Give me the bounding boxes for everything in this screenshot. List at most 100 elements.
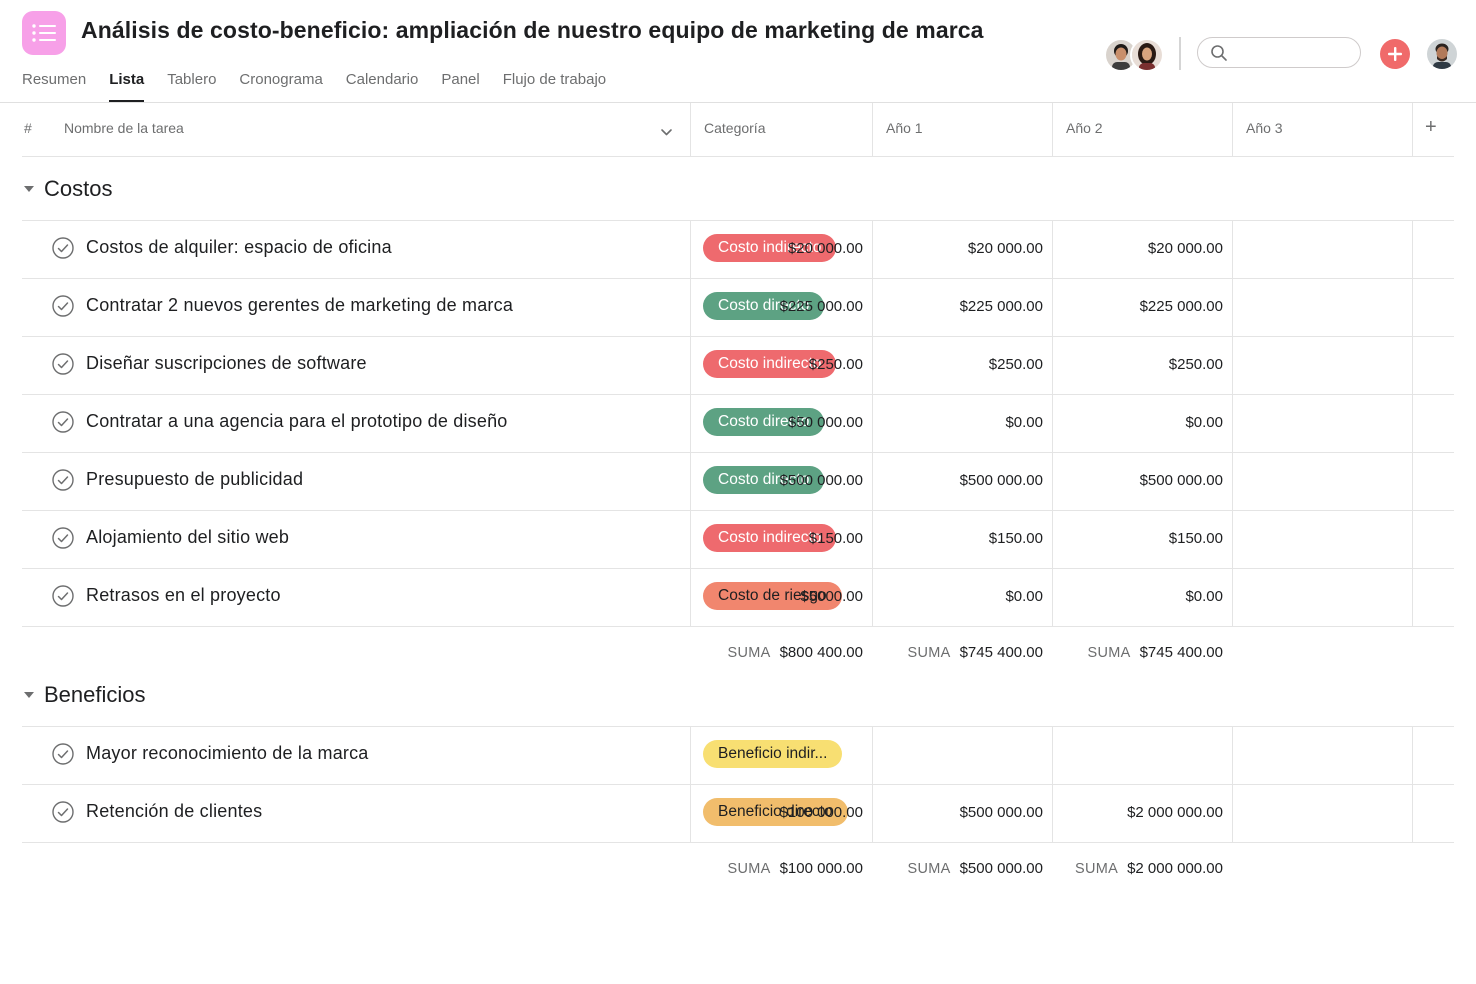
sum-label: SUMA xyxy=(907,645,951,661)
column-divider xyxy=(1052,726,1053,784)
row-divider xyxy=(22,278,1454,279)
sum-value: $745 400.00 xyxy=(1139,644,1223,661)
tab-resumen[interactable]: Resumen xyxy=(22,70,86,102)
sum-year3: SUMA $745 400.00 xyxy=(1053,644,1223,662)
row-divider xyxy=(22,452,1454,453)
column-divider xyxy=(872,103,873,156)
cell-year3[interactable]: $2 000 000.00 xyxy=(1063,804,1223,821)
tab-calendario[interactable]: Calendario xyxy=(346,70,419,102)
column-divider xyxy=(872,394,873,452)
column-divider xyxy=(1232,568,1233,626)
check-circle-icon[interactable] xyxy=(52,801,74,823)
cell-year1[interactable]: $500 000.00 xyxy=(703,472,863,489)
add-column-button[interactable]: + xyxy=(1425,116,1437,139)
row-divider xyxy=(22,394,1454,395)
search-icon xyxy=(1210,44,1228,67)
column-header-year2[interactable]: Año 2 xyxy=(1066,120,1103,136)
tab-tablero[interactable]: Tablero xyxy=(167,70,216,102)
page-title: Análisis de costo-beneficio: ampliación … xyxy=(81,17,984,43)
cell-year3[interactable]: $0.00 xyxy=(1063,414,1223,431)
task-name[interactable]: Alojamiento del sitio web xyxy=(86,527,289,548)
cell-year1[interactable]: $250.00 xyxy=(703,356,863,373)
check-circle-icon[interactable] xyxy=(52,585,74,607)
search-input[interactable] xyxy=(1232,42,1354,65)
cell-year2[interactable]: $150.00 xyxy=(883,530,1043,547)
check-circle-icon[interactable] xyxy=(52,469,74,491)
column-header-task-name[interactable]: Nombre de la tarea xyxy=(64,120,184,136)
column-divider xyxy=(1232,784,1233,842)
tab-lista[interactable]: Lista xyxy=(109,70,145,102)
task-name[interactable]: Presupuesto de publicidad xyxy=(86,469,303,490)
task-name[interactable]: Retención de clientes xyxy=(86,801,262,822)
cell-year3[interactable]: $250.00 xyxy=(1063,356,1223,373)
tab-panel[interactable]: Panel xyxy=(441,70,479,102)
task-name[interactable]: Costos de alquiler: espacio de oficina xyxy=(86,237,392,258)
cell-year3[interactable]: $225 000.00 xyxy=(1063,298,1223,315)
task-name[interactable]: Mayor reconocimiento de la marca xyxy=(86,743,369,764)
cell-year2[interactable]: $500 000.00 xyxy=(883,804,1043,821)
triangle-down-icon[interactable] xyxy=(22,688,36,702)
category-badge[interactable]: Beneficio indir... xyxy=(703,740,843,768)
task-name[interactable]: Diseñar suscripciones de software xyxy=(86,353,367,374)
column-header-year1[interactable]: Año 1 xyxy=(886,120,923,136)
tab-flujo-de-trabajo[interactable]: Flujo de trabajo xyxy=(503,70,606,102)
current-user-avatar[interactable] xyxy=(1425,37,1459,71)
row-divider xyxy=(22,568,1454,569)
check-circle-icon[interactable] xyxy=(52,353,74,375)
column-divider xyxy=(1052,452,1053,510)
sum-label: SUMA xyxy=(1087,645,1131,661)
cell-year1[interactable]: $100 000.00 xyxy=(703,804,863,821)
section-title[interactable]: Costos xyxy=(44,176,112,202)
column-divider xyxy=(690,452,691,510)
column-divider xyxy=(1232,726,1233,784)
cell-year1[interactable]: $20 000.00 xyxy=(703,240,863,257)
cell-year3[interactable]: $500 000.00 xyxy=(1063,472,1223,489)
column-divider xyxy=(1232,394,1233,452)
task-name[interactable]: Contratar 2 nuevos gerentes de marketing… xyxy=(86,295,513,316)
column-divider xyxy=(1412,784,1413,842)
cell-year3[interactable]: $20 000.00 xyxy=(1063,240,1223,257)
check-circle-icon[interactable] xyxy=(52,411,74,433)
cell-year2[interactable]: $0.00 xyxy=(883,414,1043,431)
tab-cronograma[interactable]: Cronograma xyxy=(239,70,322,102)
triangle-down-icon[interactable] xyxy=(22,182,36,196)
task-name[interactable]: Retrasos en el proyecto xyxy=(86,585,281,606)
cell-year2[interactable]: $20 000.00 xyxy=(883,240,1043,257)
avatar[interactable] xyxy=(1130,38,1164,72)
sum-value: $500 000.00 xyxy=(959,860,1043,877)
column-divider xyxy=(1232,452,1233,510)
column-divider xyxy=(872,726,873,784)
cell-year1[interactable]: $5000.00 xyxy=(703,588,863,605)
cell-year3[interactable]: $0.00 xyxy=(1063,588,1223,605)
chevron-down-icon[interactable] xyxy=(660,124,673,142)
cell-year1[interactable]: $50 000.00 xyxy=(703,414,863,431)
check-circle-icon[interactable] xyxy=(52,527,74,549)
sum-label: SUMA xyxy=(727,861,771,877)
add-button[interactable] xyxy=(1380,39,1410,69)
cell-year3[interactable]: $150.00 xyxy=(1063,530,1223,547)
column-header-index: # xyxy=(24,120,32,136)
cell-year2[interactable]: $0.00 xyxy=(883,588,1043,605)
check-circle-icon[interactable] xyxy=(52,295,74,317)
project-members[interactable] xyxy=(1104,38,1164,72)
search-box[interactable] xyxy=(1197,37,1361,68)
task-name[interactable]: Contratar a una agencia para el prototip… xyxy=(86,411,507,432)
check-circle-icon[interactable] xyxy=(52,237,74,259)
section-title[interactable]: Beneficios xyxy=(44,682,146,708)
cell-year2[interactable]: $225 000.00 xyxy=(883,298,1043,315)
cell-year1[interactable]: $225 000.00 xyxy=(703,298,863,315)
column-divider xyxy=(1052,220,1053,278)
cell-year2[interactable]: $500 000.00 xyxy=(883,472,1043,489)
column-header-year3[interactable]: Año 3 xyxy=(1246,120,1283,136)
column-divider xyxy=(1412,278,1413,336)
cell-year1[interactable]: $150.00 xyxy=(703,530,863,547)
sum-year3: SUMA $2 000 000.00 xyxy=(1053,860,1223,878)
column-divider xyxy=(1052,103,1053,156)
row-divider xyxy=(22,510,1454,511)
check-circle-icon[interactable] xyxy=(52,743,74,765)
sum-label: SUMA xyxy=(727,645,771,661)
column-header-category[interactable]: Categoría xyxy=(704,120,765,136)
row-divider xyxy=(22,220,1454,221)
cell-year2[interactable]: $250.00 xyxy=(883,356,1043,373)
column-divider xyxy=(690,726,691,784)
